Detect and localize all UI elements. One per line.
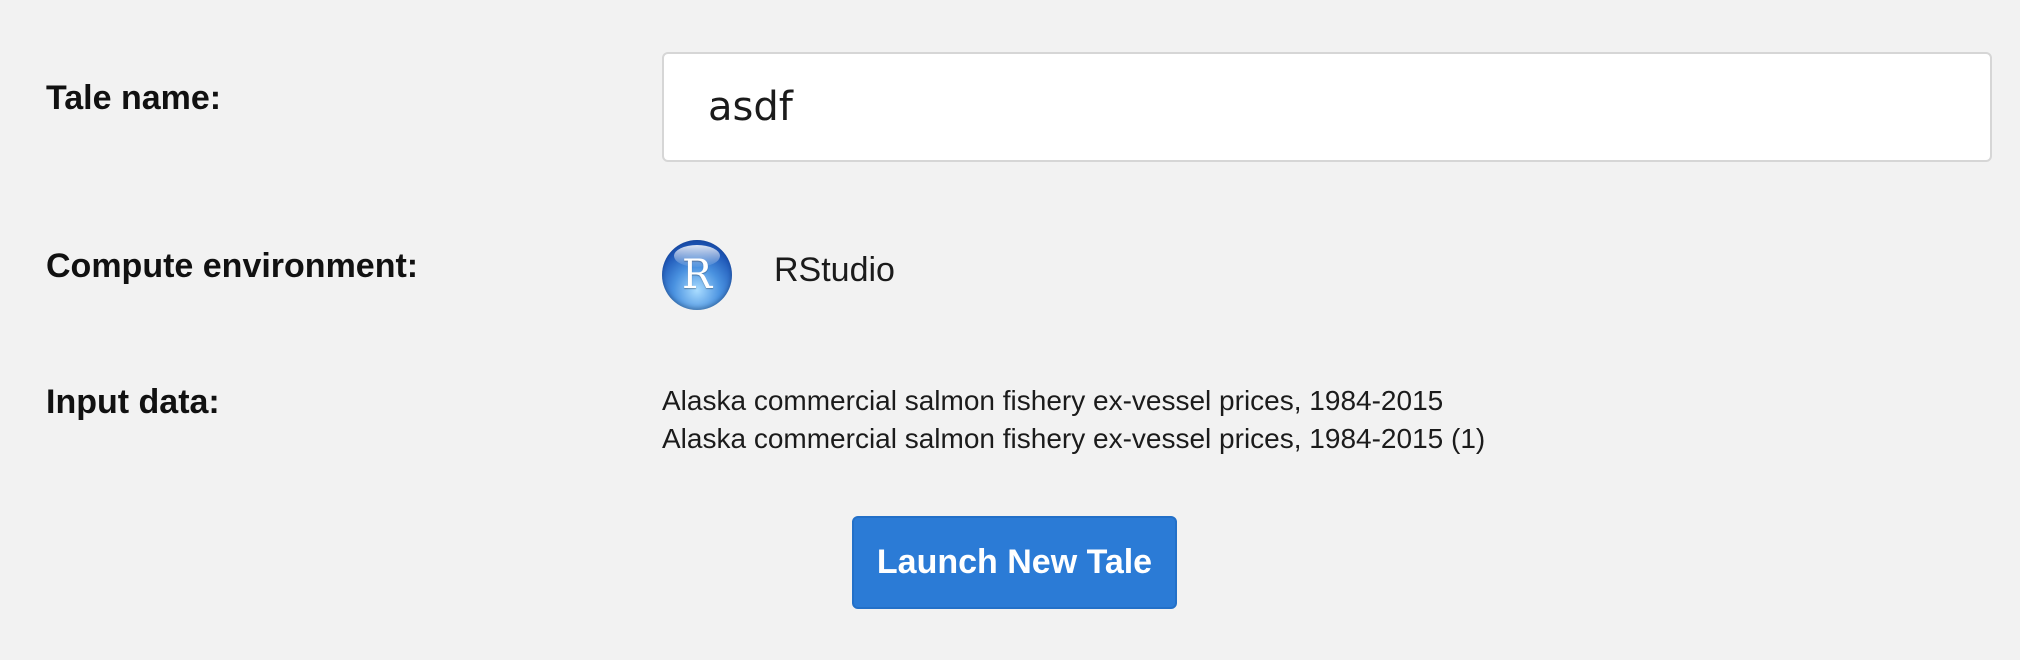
launch-new-tale-button[interactable]: Launch New Tale xyxy=(852,516,1177,609)
input-data-item: Alaska commercial salmon fishery ex-vess… xyxy=(662,423,1486,454)
compute-environment-label: Compute environment: xyxy=(46,247,419,285)
tale-name-label: Tale name: xyxy=(46,79,222,117)
input-data-list: Alaska commercial salmon fishery ex-vess… xyxy=(662,382,1485,458)
r-logo-icon: R xyxy=(662,240,732,310)
input-data-label: Input data: xyxy=(46,383,220,421)
tale-name-input[interactable] xyxy=(662,52,1992,162)
input-data-item: Alaska commercial salmon fishery ex-vess… xyxy=(662,385,1444,416)
compute-environment-name: RStudio xyxy=(774,251,895,289)
r-logo-letter: R xyxy=(681,252,713,298)
